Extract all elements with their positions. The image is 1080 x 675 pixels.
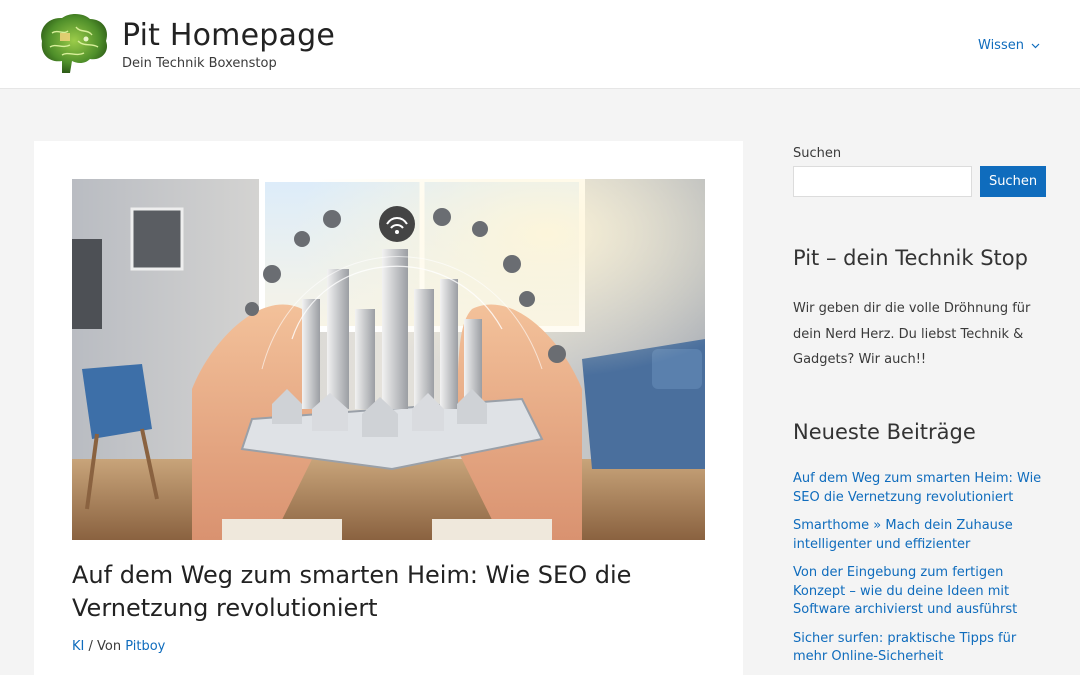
nav-item-wissen[interactable]: Wissen <box>978 38 1040 53</box>
article-card: Auf dem Weg zum smarten Heim: Wie SEO di… <box>34 141 743 675</box>
nav-item-label: Wissen <box>978 38 1024 53</box>
site-header: Pit Homepage Dein Technik Boxenstop Wiss… <box>0 0 1080 89</box>
post-meta-separator: / Von <box>84 639 126 654</box>
brain-logo-icon[interactable] <box>32 11 112 79</box>
recent-post-link[interactable]: Sicher surfen: praktische Tipps für mehr… <box>793 631 1016 665</box>
recent-posts-title: Neueste Beiträge <box>793 420 976 444</box>
about-widget-title: Pit – dein Technik Stop <box>793 246 1028 270</box>
search-label: Suchen <box>793 146 842 161</box>
list-item: Auf dem Weg zum smarten Heim: Wie SEO di… <box>793 470 1049 507</box>
post-title[interactable]: Auf dem Weg zum smarten Heim: Wie SEO di… <box>72 559 672 625</box>
recent-post-link[interactable]: Von der Eingebung zum fertigen Konzept –… <box>793 565 1017 617</box>
recent-posts-list: Auf dem Weg zum smarten Heim: Wie SEO di… <box>793 470 1049 675</box>
featured-image[interactable] <box>72 179 705 540</box>
list-item: Smarthome » Mach dein Zuhause intelligen… <box>793 517 1049 554</box>
post-author-link[interactable]: Pitboy <box>125 639 165 654</box>
recent-post-link[interactable]: Smarthome » Mach dein Zuhause intelligen… <box>793 518 1013 552</box>
search-button[interactable]: Suchen <box>980 166 1046 197</box>
chevron-down-icon <box>1031 43 1040 48</box>
site-tagline: Dein Technik Boxenstop <box>122 56 277 71</box>
list-item: Von der Eingebung zum fertigen Konzept –… <box>793 564 1049 620</box>
list-item: Sicher surfen: praktische Tipps für mehr… <box>793 630 1049 667</box>
search-input[interactable] <box>793 166 972 197</box>
recent-post-link[interactable]: Auf dem Weg zum smarten Heim: Wie SEO di… <box>793 471 1041 505</box>
post-meta: KI / Von Pitboy <box>72 639 165 654</box>
about-widget-text: Wir geben dir die volle Dröhnung für dei… <box>793 301 1031 367</box>
site-title[interactable]: Pit Homepage <box>122 18 335 53</box>
post-category-link[interactable]: KI <box>72 639 84 654</box>
